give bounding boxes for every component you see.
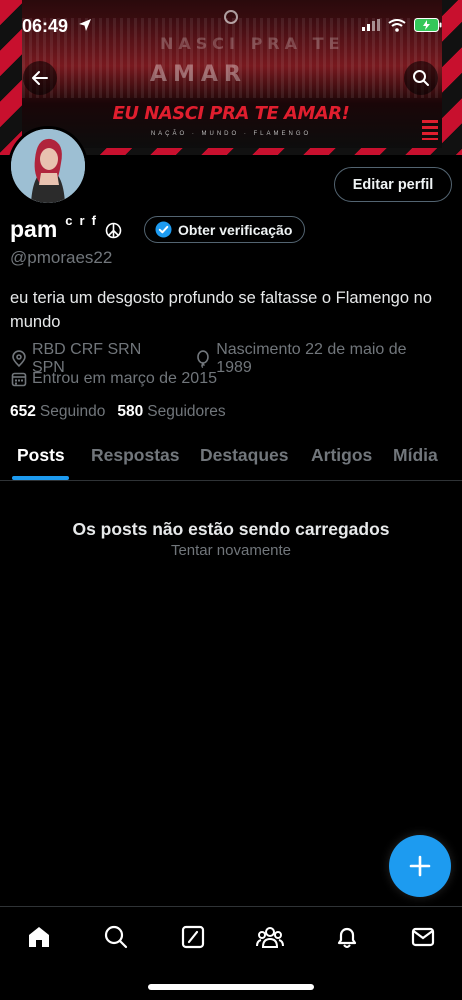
status-time: 06:49 <box>22 16 69 36</box>
verified-badge-icon <box>155 221 172 238</box>
search-icon <box>413 70 429 86</box>
banner-chevron-graphic <box>422 120 438 140</box>
get-verified-button[interactable]: Obter verificação <box>144 216 306 243</box>
banner-stands-text: AMAR <box>150 62 247 87</box>
profile-tabs: Posts Respostas Destaques Artigos Mídia <box>0 436 462 481</box>
followers-count: 580 <box>117 403 144 420</box>
active-tab-indicator <box>12 476 69 480</box>
following-link[interactable]: 652 Seguindo <box>10 403 105 421</box>
banner-stands-text-top: NASCI PRA TE <box>160 34 345 53</box>
communities-icon <box>256 927 284 948</box>
location-arrow-icon <box>79 19 91 31</box>
nav-notifications[interactable] <box>333 923 361 951</box>
profile-birth-text: Nascimento 22 de maio de 1989 <box>216 341 407 376</box>
avatar[interactable] <box>8 126 88 206</box>
nav-messages[interactable] <box>409 923 437 951</box>
search-button[interactable] <box>404 61 438 95</box>
retry-button[interactable]: Tentar novamente <box>0 542 462 559</box>
compose-post-button[interactable] <box>389 835 451 897</box>
followers-link[interactable]: 580 Seguidores <box>117 403 225 421</box>
peace-icon <box>105 222 122 239</box>
home-indicator <box>148 984 314 990</box>
calendar-icon <box>11 372 27 387</box>
profile-handle: @pmoraes22 <box>10 248 113 267</box>
follow-counts: 652 Seguindo 580 Seguidores <box>10 403 226 421</box>
tab-posts[interactable]: Posts <box>17 445 65 466</box>
battery-icon <box>414 18 442 32</box>
nav-explore[interactable] <box>102 923 130 951</box>
balloon-icon <box>197 350 210 368</box>
location-icon <box>12 350 26 368</box>
messages-icon <box>411 927 435 947</box>
tab-articles[interactable]: Artigos <box>311 445 372 466</box>
back-arrow-icon <box>32 71 48 85</box>
wifi-icon <box>388 18 406 32</box>
profile-name-row: pam crf <box>10 213 122 243</box>
followers-label: Seguidores <box>147 403 226 420</box>
profile-bio: eu teria um desgosto profundo se faltass… <box>10 289 432 331</box>
notch-logo-icon <box>224 10 238 24</box>
profile-joined: Entrou em março de 2015 <box>10 370 217 388</box>
nav-home[interactable] <box>25 923 53 951</box>
avatar-photo <box>11 129 85 203</box>
banner-slogan: EU NASCI PRA TE AMAR! <box>112 103 350 124</box>
nav-communities[interactable] <box>256 923 284 951</box>
tab-highlights[interactable]: Destaques <box>200 445 289 466</box>
home-icon <box>29 927 49 947</box>
get-verified-label: Obter verificação <box>178 221 293 238</box>
display-name-suffix: crf <box>65 213 103 228</box>
following-label: Seguindo <box>39 403 106 420</box>
display-name: pam <box>10 216 58 242</box>
tab-media[interactable]: Mídia <box>393 445 438 466</box>
back-button[interactable] <box>23 61 57 95</box>
explore-icon <box>104 925 128 949</box>
grok-icon <box>181 925 205 949</box>
following-count: 652 <box>10 403 36 420</box>
profile-meta-row-2: Entrou em março de 2015 <box>10 370 233 388</box>
profile-joined-text: Entrou em março de 2015 <box>32 370 217 387</box>
nav-grok[interactable] <box>179 923 207 951</box>
signal-icon <box>362 19 380 31</box>
status-icons <box>362 18 442 32</box>
plus-icon <box>409 855 431 877</box>
tab-replies[interactable]: Respostas <box>91 445 180 466</box>
notifications-icon <box>337 927 357 948</box>
edit-profile-button[interactable]: Editar perfil <box>334 167 452 202</box>
empty-state-title: Os posts não estão sendo carregados <box>72 519 390 539</box>
